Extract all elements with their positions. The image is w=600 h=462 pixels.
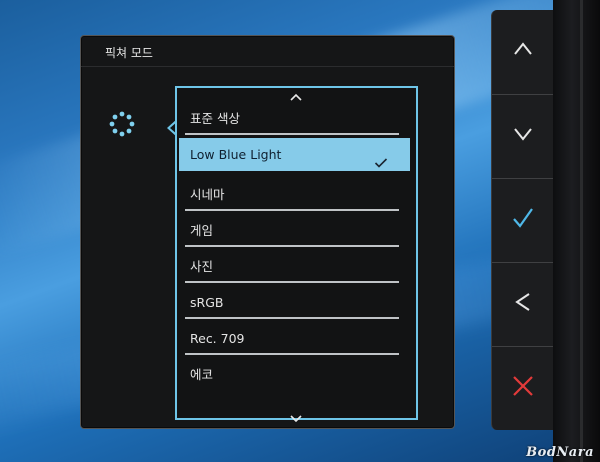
picture-mode-list[interactable]: 표준 색상 Low Blue Light 시네마 게임 사진 sRGB Rec.… — [175, 86, 418, 423]
scroll-down-icon[interactable] — [289, 409, 303, 423]
monitor-bezel — [553, 0, 600, 462]
list-item-game[interactable]: 게임 — [185, 214, 399, 247]
list-item-cinema[interactable]: 시네마 — [185, 178, 399, 211]
list-item-photo[interactable]: 사진 — [185, 250, 399, 283]
list-item-eco[interactable]: 에코 — [185, 358, 399, 391]
list-item-rec709[interactable]: Rec. 709 — [185, 322, 399, 355]
scroll-up-icon[interactable] — [289, 87, 303, 101]
down-button[interactable] — [492, 94, 554, 179]
list-item-standard[interactable]: 표준 색상 — [185, 102, 399, 135]
chevron-down-icon — [514, 128, 532, 141]
close-button[interactable] — [492, 346, 554, 430]
list-item-label: Low Blue Light — [190, 147, 282, 162]
osd-menu-window: 픽쳐 모드 표준 색상 Low Blue Light 시네마 게임 사진 sRG… — [80, 35, 455, 429]
list-item-label: sRGB — [190, 295, 224, 310]
osd-title-bar: 픽쳐 모드 — [81, 36, 454, 67]
list-item-label: 사진 — [190, 259, 214, 274]
up-button[interactable] — [492, 10, 554, 95]
list-item-label: Rec. 709 — [190, 331, 245, 346]
chevron-up-icon — [514, 42, 532, 55]
list-item-low-blue-light[interactable]: Low Blue Light — [179, 138, 410, 171]
monitor-control-strip — [491, 10, 554, 430]
back-button[interactable] — [492, 262, 554, 347]
list-item-label: 시네마 — [190, 187, 225, 202]
list-item-srgb[interactable]: sRGB — [185, 286, 399, 319]
menu-title: 픽쳐 모드 — [105, 46, 153, 60]
check-icon — [513, 208, 533, 228]
monitor-bezel-edge — [580, 0, 583, 462]
list-item-label: 에코 — [190, 367, 214, 382]
list-item-label: 게임 — [190, 223, 214, 238]
confirm-button[interactable] — [492, 178, 554, 263]
picture-mode-icon — [107, 109, 137, 139]
chevron-left-icon — [515, 293, 530, 311]
watermark-logo: BodNara — [526, 445, 594, 460]
selected-check-icon — [374, 148, 388, 168]
close-icon — [513, 376, 533, 396]
list-item-label: 표준 색상 — [190, 111, 240, 126]
